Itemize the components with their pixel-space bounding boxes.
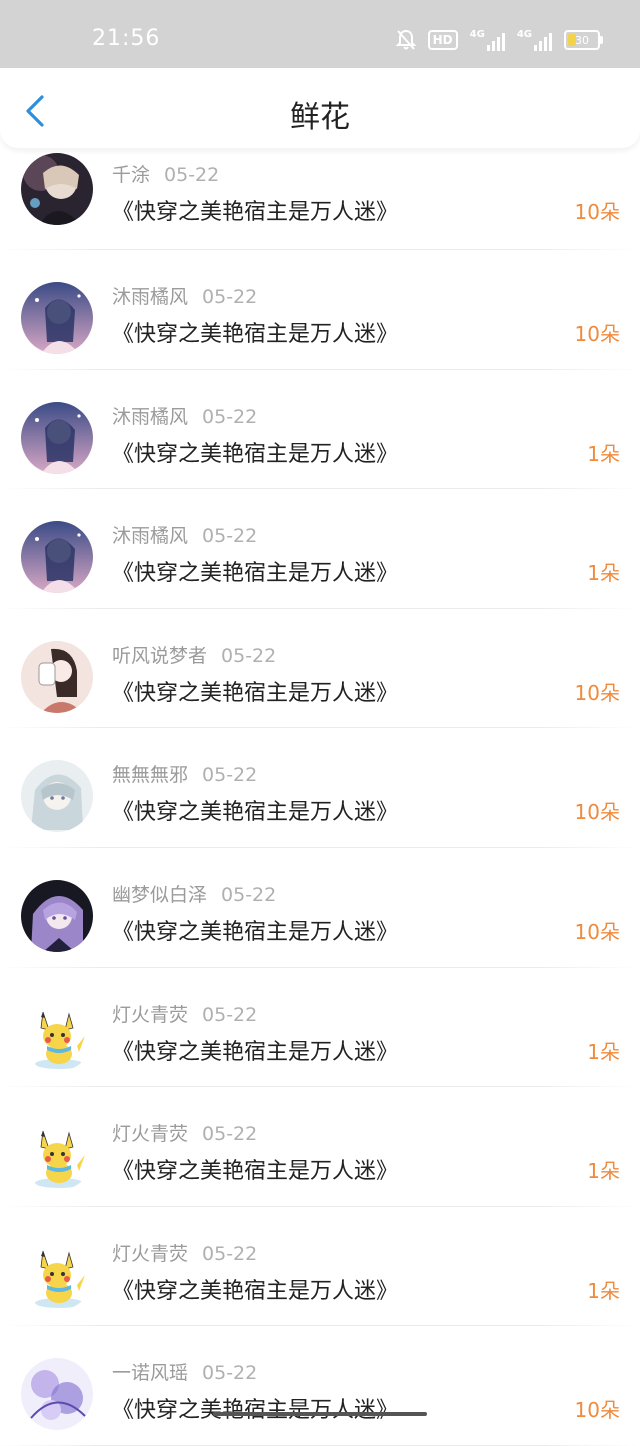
date-label: 05-22 [202, 286, 258, 308]
user-meta: 听风说梦者 05-22 [112, 641, 276, 668]
nav-bar: 鲜花 [0, 68, 640, 148]
battery-level: 30 [575, 33, 589, 47]
username: 灯火青荧 [112, 1123, 189, 1146]
list-item[interactable]: 沐雨橘风 05-22 《快穿之美艳宿主是万人迷》 1朵 [0, 370, 640, 490]
signal-icon: 4G [517, 29, 552, 51]
book-title[interactable]: 《快穿之美艳宿主是万人迷》 [112, 316, 398, 348]
username: 千涂 [112, 164, 151, 186]
flower-count: 1朵 [587, 1159, 620, 1184]
avatar[interactable] [21, 1238, 93, 1311]
avatar[interactable] [21, 282, 93, 354]
date-label: 05-22 [164, 164, 220, 186]
list-item[interactable]: 灯火青荧 05-22 《快穿之美艳宿主是万人迷》 1朵 [0, 968, 640, 1088]
book-title[interactable]: 《快穿之美艳宿主是万人迷》 [112, 1034, 398, 1066]
user-meta: 千涂 05-22 [112, 160, 219, 187]
flower-count: 10朵 [574, 322, 620, 346]
avatar[interactable] [21, 879, 93, 952]
flower-count: 10朵 [574, 1398, 620, 1423]
network-type-label: 4G [516, 29, 532, 40]
date-label: 05-22 [202, 1123, 258, 1146]
avatar[interactable] [21, 1358, 93, 1431]
list-item[interactable]: 听风说梦者 05-22 《快穿之美艳宿主是万人迷》 10朵 [0, 609, 640, 729]
user-meta: 沐雨橘风 05-22 [112, 282, 257, 309]
status-bar: 21:56 HD 4G 4G 30 [0, 0, 640, 68]
battery-icon: 30 [564, 30, 603, 50]
username: 沐雨橘风 [112, 525, 189, 548]
date-label: 05-22 [202, 525, 258, 548]
avatar[interactable] [21, 521, 93, 594]
book-title[interactable]: 《快穿之美艳宿主是万人迷》 [112, 555, 398, 587]
date-label: 05-22 [202, 1003, 258, 1026]
username: 沐雨橘风 [112, 286, 189, 308]
avatar[interactable] [21, 640, 93, 713]
flower-count: 10朵 [574, 919, 620, 944]
page-title: 鲜花 [290, 100, 350, 135]
flower-count: 1朵 [587, 1039, 620, 1064]
user-meta: 沐雨橘风 05-22 [112, 402, 257, 429]
user-meta: 沐雨橘风 05-22 [112, 521, 257, 548]
hd-badge: HD [427, 30, 458, 50]
list-item[interactable]: 無無無邪 05-22 《快穿之美艳宿主是万人迷》 10朵 [0, 728, 640, 848]
list-item[interactable]: 千涂 05-22 《快穿之美艳宿主是万人迷》 10朵 [0, 148, 640, 250]
book-title[interactable]: 《快穿之美艳宿主是万人迷》 [112, 1392, 398, 1424]
list-item[interactable]: 沐雨橘风 05-22 《快穿之美艳宿主是万人迷》 1朵 [0, 489, 640, 609]
book-title[interactable]: 《快穿之美艳宿主是万人迷》 [112, 914, 398, 946]
user-meta: 灯火青荧 05-22 [112, 1000, 257, 1027]
book-title[interactable]: 《快穿之美艳宿主是万人迷》 [112, 1153, 398, 1185]
user-meta: 灯火青荧 05-22 [112, 1119, 257, 1146]
list-item[interactable]: 沐雨橘风 05-22 《快穿之美艳宿主是万人迷》 10朵 [0, 250, 640, 370]
user-meta: 灯火青荧 05-22 [112, 1239, 257, 1266]
list-item[interactable]: 幽梦似白泽 05-22 《快穿之美艳宿主是万人迷》 10朵 [0, 848, 640, 968]
book-title[interactable]: 《快穿之美艳宿主是万人迷》 [112, 794, 398, 826]
date-label: 05-22 [202, 1362, 258, 1385]
username: 灯火青荧 [112, 1003, 189, 1026]
avatar[interactable] [21, 999, 93, 1072]
status-icons: HD 4G 4G 30 [395, 28, 603, 52]
date-label: 05-22 [221, 644, 277, 667]
flower-count: 10朵 [574, 800, 620, 825]
username: 听风说梦者 [112, 644, 208, 667]
user-meta: 一诺风瑶 05-22 [112, 1358, 257, 1385]
avatar[interactable] [21, 760, 93, 833]
flower-count: 1朵 [587, 561, 620, 586]
home-indicator[interactable] [213, 1412, 427, 1416]
list-item[interactable]: 灯火青荧 05-22 《快穿之美艳宿主是万人迷》 1朵 [0, 1207, 640, 1327]
flower-count: 10朵 [574, 680, 620, 705]
book-title[interactable]: 《快穿之美艳宿主是万人迷》 [112, 1273, 398, 1305]
date-label: 05-22 [221, 883, 277, 906]
username: 無無無邪 [112, 764, 189, 787]
flower-count: 10朵 [574, 200, 620, 224]
book-title[interactable]: 《快穿之美艳宿主是万人迷》 [112, 675, 398, 707]
date-label: 05-22 [202, 1242, 258, 1265]
user-meta: 無無無邪 05-22 [112, 760, 257, 787]
avatar[interactable] [21, 1119, 93, 1192]
username: 沐雨橘风 [112, 405, 189, 428]
book-title[interactable]: 《快穿之美艳宿主是万人迷》 [112, 194, 398, 226]
username: 灯火青荧 [112, 1242, 189, 1265]
avatar[interactable] [21, 401, 93, 474]
book-title[interactable]: 《快穿之美艳宿主是万人迷》 [112, 436, 398, 468]
signal-icon: 4G [470, 29, 505, 51]
date-label: 05-22 [202, 405, 258, 428]
bell-muted-icon [395, 29, 416, 50]
flower-count: 1朵 [587, 441, 620, 466]
avatar[interactable] [21, 153, 93, 225]
flower-count: 1朵 [587, 1278, 620, 1303]
list-item[interactable]: 灯火青荧 05-22 《快穿之美艳宿主是万人迷》 1朵 [0, 1087, 640, 1207]
user-meta: 幽梦似白泽 05-22 [112, 880, 276, 907]
username: 幽梦似白泽 [112, 883, 208, 906]
username: 一诺风瑶 [112, 1362, 189, 1385]
flower-record-list: 千涂 05-22 《快穿之美艳宿主是万人迷》 10朵 沐雨橘风 05-22 《快穿之… [0, 148, 640, 1446]
date-label: 05-22 [202, 764, 258, 787]
status-time: 21:56 [92, 26, 161, 51]
list-item[interactable]: 一诺风瑶 05-22 《快穿之美艳宿主是万人迷》 10朵 [0, 1326, 640, 1446]
network-type-label: 4G [469, 29, 485, 40]
